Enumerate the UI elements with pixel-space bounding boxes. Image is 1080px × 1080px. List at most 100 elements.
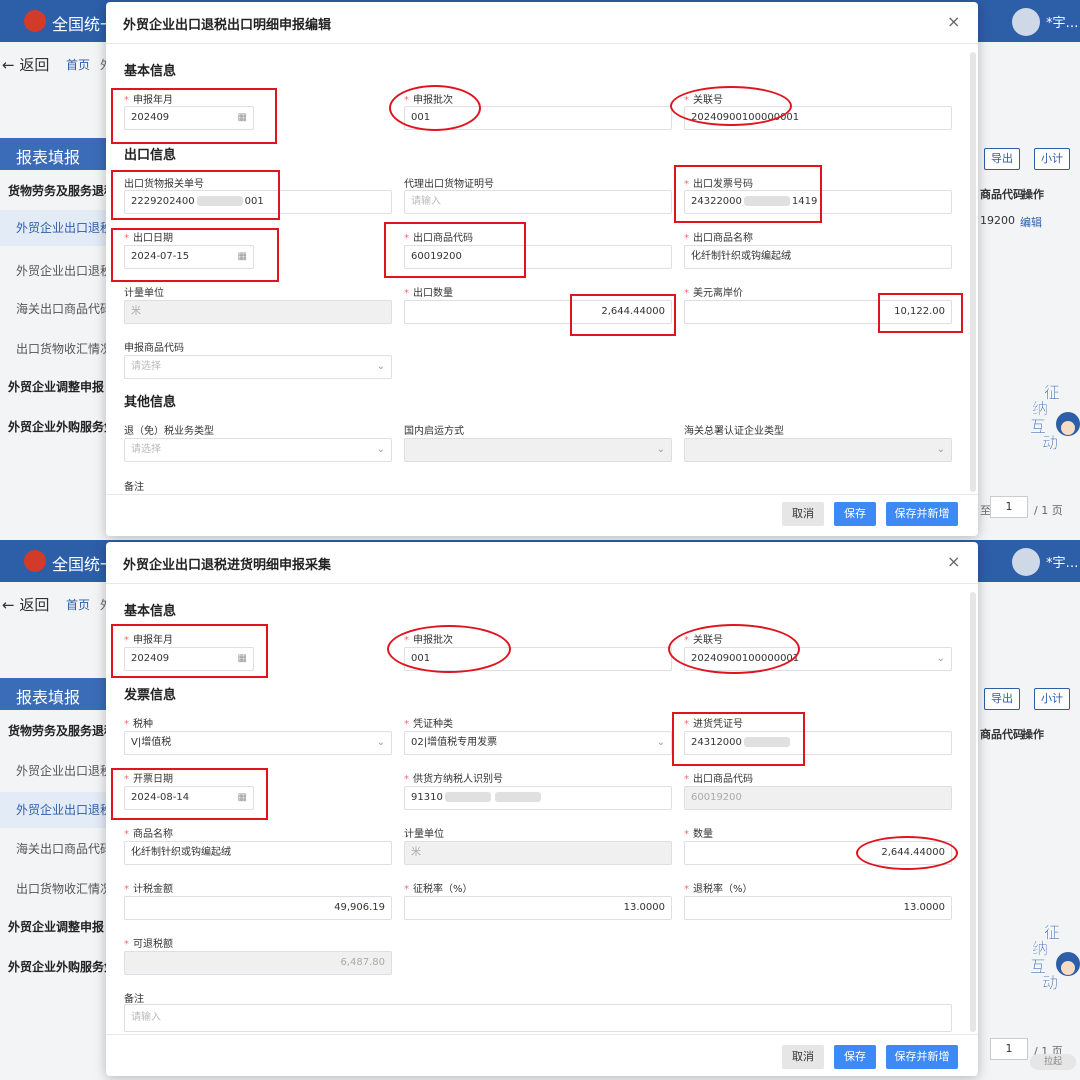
goods-name-input[interactable]: 化纤制针织或钩编起绒: [684, 245, 952, 269]
section-export-info: 出口信息: [124, 148, 177, 163]
subtotal-button[interactable]: 小计: [1034, 688, 1070, 710]
close-icon[interactable]: ×: [947, 552, 960, 571]
user-avatar[interactable]: [1012, 548, 1040, 576]
purchase-detail-collect-dialog: 外贸企业出口退税进货明细申报采集 × 基本信息 * 申报年月 202409 ▦ * 申…: [106, 542, 978, 1076]
tax-amount-input[interactable]: 49,906.19: [124, 896, 392, 920]
domestic-transport-select: ⌄: [404, 438, 672, 462]
refund-rate-input[interactable]: 13.0000: [684, 896, 952, 920]
close-icon[interactable]: ×: [947, 12, 960, 31]
breadcrumb-home[interactable]: 首页: [66, 596, 90, 613]
sidebar-item[interactable]: 外贸企业出口退税出: [0, 210, 108, 246]
annotation-box: [111, 768, 268, 820]
screenshot-bottom: 全国统一 *宇… ← 返回 首页 外 报表填报 货物劳务及服务退税... 外贸企…: [0, 540, 1080, 1080]
back-button[interactable]: ← 返回: [2, 594, 49, 615]
sidebar-item[interactable]: 外贸企业外购服务免...: [0, 958, 108, 975]
mascot-char: 动: [1042, 433, 1058, 452]
export-button[interactable]: 导出: [984, 148, 1020, 170]
save-and-new-button[interactable]: 保存并新增: [886, 502, 958, 526]
save-button[interactable]: 保存: [834, 1045, 876, 1069]
annotation-oval: [856, 836, 958, 870]
divider: [106, 583, 978, 584]
unit-input: 米: [124, 300, 392, 324]
sidebar-item[interactable]: 外贸企业调整申报: [0, 378, 108, 395]
pager-input[interactable]: 1: [990, 496, 1028, 518]
user-name[interactable]: *宇…: [1046, 12, 1079, 31]
qty-label: * 出口数量: [404, 288, 453, 299]
save-and-new-button[interactable]: 保存并新增: [886, 1045, 958, 1069]
customs-cert-label: 海关总署认证企业类型: [684, 426, 784, 437]
decl-code-select[interactable]: 请选择 ⌄: [124, 355, 392, 379]
agent-cert-input[interactable]: 请输入: [404, 190, 672, 214]
annotation-box: [672, 712, 805, 766]
user-name[interactable]: *宇…: [1046, 552, 1079, 571]
supplier-id-label: * 供货方纳税人识别号: [404, 774, 503, 785]
goods-name-label: * 出口商品名称: [684, 233, 753, 244]
sidebar-item[interactable]: 海关出口商品代码、: [0, 840, 108, 857]
breadcrumb-home[interactable]: 首页: [66, 56, 90, 73]
supplier-id-input[interactable]: 91310: [404, 786, 672, 810]
mascot-icon[interactable]: 征 纳 互 动: [1028, 384, 1080, 454]
usd-price-label: * 美元离岸价: [684, 288, 743, 299]
annotation-box: [878, 293, 963, 333]
export-code-input: 60019200: [684, 786, 952, 810]
sidebar-item[interactable]: 出口货物收汇情况表: [0, 880, 108, 897]
tax-type-select[interactable]: 请选择 ⌄: [124, 438, 392, 462]
remark-textarea[interactable]: 请输入: [124, 1004, 952, 1032]
cancel-button[interactable]: 取消: [782, 502, 824, 526]
scrollbar[interactable]: [970, 592, 976, 1032]
annotation-box: [674, 165, 822, 223]
save-button[interactable]: 保存: [834, 502, 876, 526]
chevron-down-icon: ⌄: [376, 737, 385, 748]
subtotal-button[interactable]: 小计: [1034, 148, 1070, 170]
decl-code-label: 申报商品代码: [124, 343, 184, 354]
tax-kind-select[interactable]: V|增值税 ⌄: [124, 731, 392, 755]
annotation-box: [111, 624, 268, 678]
sidebar-item[interactable]: 外贸企业出口退税进: [0, 792, 108, 828]
pager-input[interactable]: 1: [990, 1038, 1028, 1060]
refundable-label: * 可退税额: [124, 939, 173, 950]
chevron-down-icon: ⌄: [936, 444, 945, 455]
user-avatar[interactable]: [1012, 8, 1040, 36]
chevron-down-icon: ⌄: [656, 444, 665, 455]
unit-label: 计量单位: [404, 829, 444, 840]
qty-label: * 数量: [684, 829, 713, 840]
sidebar-item[interactable]: 外贸企业外购服务免...: [0, 418, 108, 435]
mascot-char: 动: [1042, 973, 1058, 992]
remark-label: 备注: [124, 994, 144, 1005]
tax-logo-icon: [24, 10, 46, 32]
cancel-button[interactable]: 取消: [782, 1045, 824, 1069]
goods-name-label: * 商品名称: [124, 829, 173, 840]
levy-rate-label: * 征税率（%）: [404, 884, 473, 895]
sidebar-header: 报表填报: [0, 138, 108, 170]
sidebar-item[interactable]: 外贸企业调整申报: [0, 918, 108, 935]
back-button[interactable]: ← 返回: [2, 54, 49, 75]
mascot-badge[interactable]: 拉起: [1030, 1054, 1076, 1070]
back-label: 返回: [19, 56, 50, 74]
table-header-op: 操作: [1022, 188, 1044, 201]
refundable-input: 6,487.80: [124, 951, 392, 975]
dialog-title: 外贸企业出口退税出口明细申报编辑: [123, 18, 332, 33]
sidebar-item[interactable]: 出口货物收汇情况表: [0, 340, 108, 357]
chevron-down-icon: ⌄: [376, 361, 385, 372]
mascot-icon[interactable]: 征 纳 互 动: [1028, 924, 1080, 994]
scrollbar[interactable]: [970, 52, 976, 492]
voucher-type-select[interactable]: 02|增值税专用发票 ⌄: [404, 731, 672, 755]
footer-divider: [106, 1034, 978, 1035]
sidebar-item[interactable]: 货物劳务及服务退税...: [0, 182, 108, 199]
annotation-oval: [387, 625, 511, 673]
tax-logo-icon: [24, 550, 46, 572]
levy-rate-input[interactable]: 13.0000: [404, 896, 672, 920]
section-invoice-info: 发票信息: [124, 688, 177, 703]
agent-cert-label: 代理出口货物证明号: [404, 179, 494, 190]
export-button[interactable]: 导出: [984, 688, 1020, 710]
sidebar-item[interactable]: 外贸企业出口退税进: [0, 262, 108, 279]
footer-divider: [106, 494, 978, 495]
sidebar-item[interactable]: 货物劳务及服务退税...: [0, 722, 108, 739]
goods-name-input[interactable]: 化纤制针织或钩编起绒: [124, 841, 392, 865]
edit-link[interactable]: 编辑: [1020, 214, 1042, 230]
voucher-type-label: * 凭证种类: [404, 719, 453, 730]
sidebar-item[interactable]: 外贸企业出口退税出: [0, 762, 108, 779]
tax-kind-label: * 税种: [124, 719, 153, 730]
remark-label: 备注: [124, 482, 144, 493]
sidebar-item[interactable]: 海关出口商品代码、: [0, 300, 108, 317]
